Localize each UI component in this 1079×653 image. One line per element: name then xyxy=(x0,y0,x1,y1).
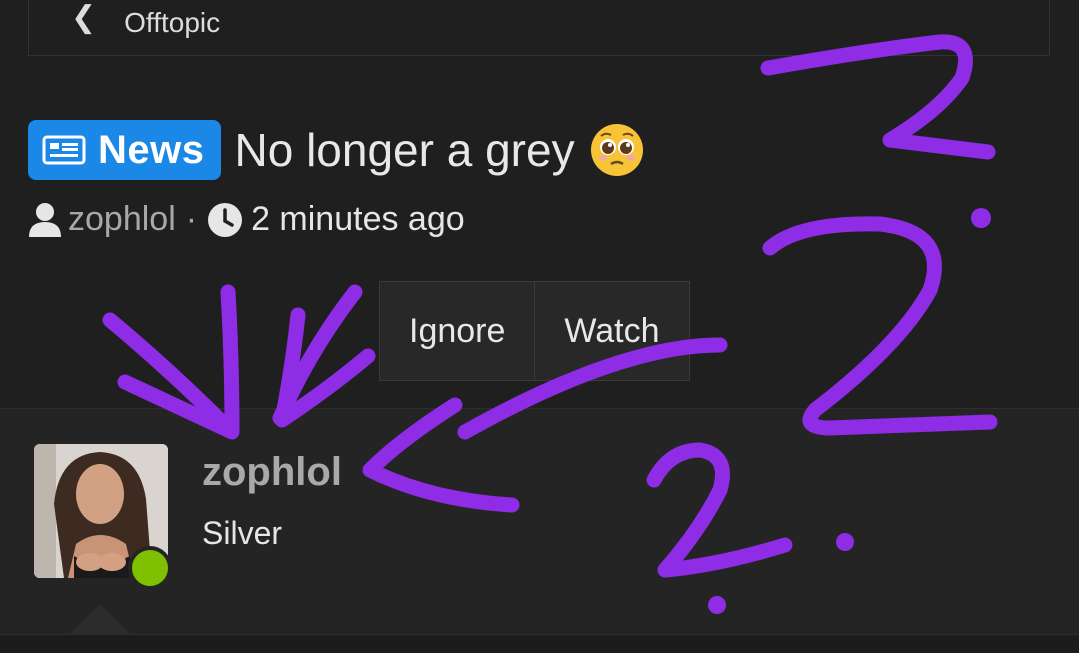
thread-author[interactable]: zophlol xyxy=(68,200,176,239)
clock-icon xyxy=(208,202,243,237)
ignore-button[interactable]: Ignore xyxy=(380,282,534,380)
annotation-digit-2-middle xyxy=(762,216,998,436)
pleading-face-icon xyxy=(590,124,643,176)
thread-title-row: News No longer a grey xyxy=(28,120,645,180)
thread-title-text: No longer a grey xyxy=(234,124,575,176)
post-caret xyxy=(70,604,130,634)
post-user-rank: Silver xyxy=(202,515,283,551)
watch-button[interactable]: Watch xyxy=(534,282,688,380)
thread-time[interactable]: 2 minutes ago xyxy=(251,200,465,239)
thread-actions: Ignore Watch xyxy=(379,281,690,381)
prefix-label: News xyxy=(98,127,205,172)
newspaper-icon xyxy=(42,135,86,165)
prefix-badge[interactable]: News xyxy=(28,120,221,180)
annotation-digit-2-top xyxy=(760,34,996,160)
online-status-indicator xyxy=(128,546,172,590)
meta-separator: · xyxy=(185,200,198,238)
post-divider xyxy=(0,634,1079,653)
breadcrumb-label[interactable]: Offtopic xyxy=(124,0,220,39)
avatar[interactable] xyxy=(34,444,172,590)
user-icon xyxy=(29,202,61,237)
annotation-arrow-left-2-head xyxy=(274,307,376,428)
post-username[interactable]: zophlol xyxy=(202,450,342,495)
annotation-arrow-left-2 xyxy=(272,284,363,426)
breadcrumb[interactable]: ❮ Offtopic xyxy=(28,0,1050,56)
chevron-left-icon[interactable]: ❮ xyxy=(71,2,96,33)
thread-meta: zophlol · 2 minutes ago xyxy=(28,200,465,239)
thread-title: No longer a grey xyxy=(235,122,645,178)
